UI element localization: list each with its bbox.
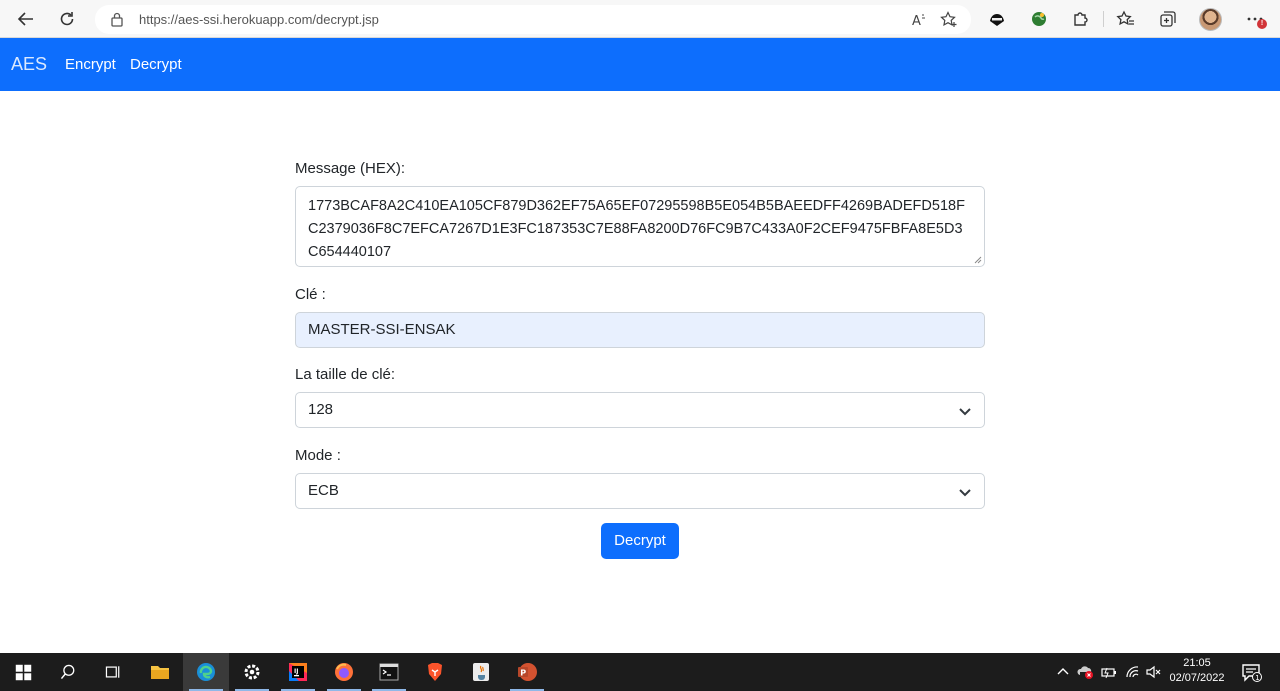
brave-lion-icon [428, 663, 442, 681]
alert-badge-icon: ! [1257, 19, 1267, 29]
taskbar-firefox[interactable] [321, 653, 367, 691]
key-size-select[interactable]: 128 [295, 392, 985, 428]
chevron-down-icon [959, 489, 971, 497]
taskbar-intellij[interactable]: IJ [275, 653, 321, 691]
url-text[interactable]: https://aes-ssi.herokuapp.com/decrypt.js… [139, 12, 379, 27]
show-hidden-icons[interactable] [1056, 653, 1070, 691]
svg-text:P: P [520, 669, 526, 678]
intellij-icon: IJ [289, 663, 307, 681]
message-label: Message (HEX): [295, 160, 406, 177]
read-aloud-icon[interactable]: A [910, 11, 928, 29]
taskbar-brave[interactable] [412, 653, 458, 691]
key-input[interactable]: MASTER-SSI-ENSAK [295, 312, 985, 348]
system-clock[interactable]: 21:05 02/07/2022 [1166, 656, 1228, 686]
java-icon [473, 663, 489, 681]
battery-tray[interactable] [1100, 653, 1118, 691]
collections-icon[interactable] [1158, 9, 1178, 29]
terminal-icon [379, 663, 399, 681]
browser-toolbar: https://aes-ssi.herokuapp.com/decrypt.js… [0, 0, 1280, 38]
search-icon [60, 664, 75, 680]
message-text: 1773BCAF8A2C410EA105CF879D362EF75A65EF07… [308, 198, 965, 260]
resize-handle-icon[interactable] [974, 256, 982, 264]
key-size-value: 128 [308, 401, 334, 418]
favorites-icon[interactable] [1116, 9, 1136, 29]
mode-select[interactable]: ECB [295, 473, 985, 509]
speaker-muted-icon [1146, 665, 1161, 679]
search-button[interactable] [45, 653, 91, 691]
app-navbar: AES Encrypt Decrypt [0, 38, 1280, 91]
extensions-puzzle-icon[interactable] [1070, 9, 1090, 29]
taskbar-java[interactable] [458, 653, 504, 691]
windows-taskbar: IJ P 21:05 02/07/2022 1 [0, 653, 1280, 691]
chevron-up-icon [1057, 668, 1069, 675]
back-button[interactable] [13, 6, 39, 32]
profile-avatar[interactable] [1199, 8, 1222, 31]
address-bar[interactable]: https://aes-ssi.herokuapp.com/decrypt.js… [95, 5, 971, 34]
mode-label: Mode : [295, 447, 341, 464]
wifi-icon [1126, 666, 1139, 678]
navbar-brand[interactable]: AES [11, 54, 47, 75]
gear-icon [244, 664, 260, 680]
notification-count: 1 [1255, 674, 1259, 682]
svg-text:A: A [912, 14, 921, 29]
volume-tray[interactable] [1145, 653, 1163, 691]
clock-date: 02/07/2022 [1169, 672, 1225, 684]
arrow-left-icon [17, 12, 33, 26]
task-view-icon [105, 666, 120, 678]
cloud-error-icon [1077, 666, 1093, 679]
windows-logo-icon [15, 664, 31, 680]
edge-browser-icon [197, 663, 215, 681]
onedrive-error-tray[interactable] [1077, 653, 1095, 691]
taskbar-terminal[interactable] [366, 653, 412, 691]
powerpoint-icon: P [518, 663, 537, 681]
chevron-down-icon [959, 408, 971, 416]
svg-text:IJ: IJ [294, 668, 298, 675]
toolbar-divider [1103, 11, 1104, 27]
folder-icon [151, 666, 169, 679]
taskbar-edge[interactable] [183, 653, 229, 691]
start-button[interactable] [0, 653, 46, 691]
taskbar-file-explorer[interactable] [137, 653, 183, 691]
clock-time: 21:05 [1183, 657, 1211, 669]
key-size-label: La taille de clé: [295, 366, 396, 383]
firefox-icon [335, 663, 353, 681]
notification-icon: 1 [1242, 664, 1262, 682]
lock-icon [111, 12, 123, 27]
mode-value: ECB [308, 482, 339, 499]
decrypt-button[interactable]: Decrypt [601, 523, 679, 559]
extension-globe-icon[interactable] [1029, 9, 1049, 29]
key-label: Clé : [295, 286, 326, 303]
extension-ninja-icon[interactable] [987, 9, 1007, 29]
reload-button[interactable] [54, 6, 80, 32]
nav-link-encrypt[interactable]: Encrypt [65, 56, 116, 73]
taskbar-powerpoint[interactable]: P [504, 653, 550, 691]
refresh-icon [60, 12, 74, 26]
add-favorite-icon[interactable] [940, 11, 958, 29]
battery-charging-icon [1101, 667, 1116, 679]
nav-link-decrypt[interactable]: Decrypt [130, 56, 182, 73]
network-tray[interactable] [1124, 653, 1142, 691]
action-center[interactable]: 1 [1240, 653, 1262, 691]
task-view-button[interactable] [90, 653, 136, 691]
taskbar-settings[interactable] [229, 653, 275, 691]
message-textarea[interactable]: 1773BCAF8A2C410EA105CF879D362EF75A65EF07… [295, 186, 985, 267]
